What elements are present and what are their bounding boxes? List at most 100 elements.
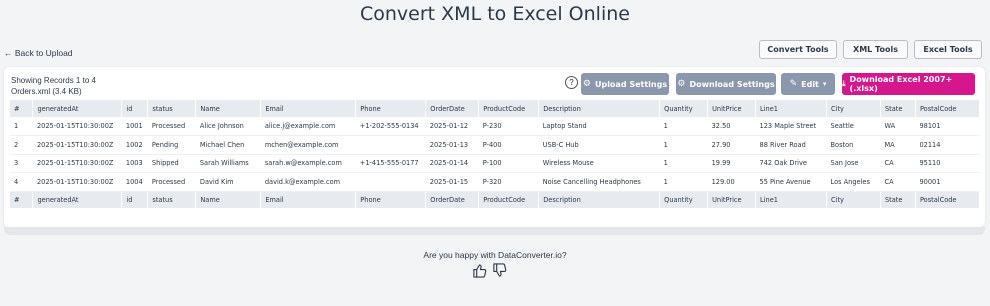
- column-header-11[interactable]: UnitPrice: [707, 100, 757, 117]
- table-cell[interactable]: 129.00: [707, 172, 756, 192]
- table-cell[interactable]: 32.50: [707, 117, 756, 136]
- download-excel-button[interactable]: ⤓ Download Excel 2007+ (.xlsx): [842, 73, 975, 95]
- table-cell[interactable]: 1: [659, 135, 708, 155]
- upload-settings-button[interactable]: ⚙ Upload Settings: [581, 73, 669, 95]
- table-cell[interactable]: Seattle: [826, 117, 881, 136]
- excel-tools-button[interactable]: Excel Tools: [914, 40, 982, 59]
- convert-tools-button[interactable]: Convert Tools: [759, 40, 837, 59]
- table-cell[interactable]: WA: [880, 117, 916, 136]
- column-footer-15[interactable]: PostalCode: [915, 191, 981, 208]
- column-header-9[interactable]: Description: [538, 100, 661, 117]
- table-cell[interactable]: P-320: [478, 172, 539, 192]
- table-cell[interactable]: 2025-01-12: [425, 117, 479, 136]
- table-cell[interactable]: Wireless Mouse: [538, 154, 660, 173]
- thumbs-up-icon[interactable]: [472, 263, 487, 278]
- column-footer-9[interactable]: Description: [538, 191, 661, 208]
- table-cell[interactable]: 1: [659, 172, 708, 192]
- table-cell[interactable]: CA: [880, 154, 916, 173]
- table-cell[interactable]: 02114: [915, 135, 980, 155]
- table-cell[interactable]: P-100: [478, 154, 539, 173]
- table-cell[interactable]: 55 Pine Avenue: [755, 172, 827, 192]
- table-cell[interactable]: mchen@example.com: [260, 135, 356, 155]
- column-header-5[interactable]: Email: [260, 100, 357, 117]
- table-cell[interactable]: 2025-01-13: [425, 135, 479, 155]
- column-footer-10[interactable]: Quantity: [659, 191, 709, 208]
- table-cell[interactable]: 2025-01-15: [425, 172, 479, 192]
- table-cell[interactable]: [355, 172, 426, 192]
- table-cell[interactable]: 1003: [121, 154, 148, 173]
- table-cell[interactable]: 2025-01-15T10:30:00Z: [32, 117, 122, 136]
- column-footer-11[interactable]: UnitPrice: [707, 191, 757, 208]
- table-cell[interactable]: 1001: [121, 117, 148, 136]
- column-header-14[interactable]: State: [880, 100, 916, 117]
- column-footer-1[interactable]: generatedAt: [32, 191, 123, 208]
- table-cell[interactable]: 742 Oak Drive: [755, 154, 827, 173]
- column-header-8[interactable]: ProductCode: [478, 100, 540, 117]
- column-header-13[interactable]: City: [826, 100, 881, 117]
- table-cell[interactable]: 19.99: [707, 154, 756, 173]
- table-scrollbar[interactable]: [4, 227, 985, 235]
- table-cell[interactable]: Sarah Williams: [195, 154, 261, 173]
- table-cell[interactable]: 98101: [915, 117, 980, 136]
- back-to-upload-link[interactable]: ← Back to Upload: [4, 48, 73, 58]
- column-header-12[interactable]: Line1: [755, 100, 828, 117]
- column-header-1[interactable]: generatedAt: [32, 100, 123, 117]
- table-cell[interactable]: Los Angeles: [826, 172, 881, 192]
- column-header-15[interactable]: PostalCode: [915, 100, 981, 117]
- table-cell[interactable]: 90001: [915, 172, 980, 192]
- table-cell[interactable]: sarah.w@example.com: [260, 154, 356, 173]
- table-cell[interactable]: Alice Johnson: [195, 117, 261, 136]
- download-settings-button[interactable]: ⚙ Download Settings: [676, 73, 776, 95]
- table-cell[interactable]: david.k@example.com: [260, 172, 356, 192]
- table-cell[interactable]: Michael Chen: [195, 135, 261, 155]
- table-cell[interactable]: +1-415-555-0177: [355, 154, 426, 173]
- column-header-3[interactable]: status: [147, 100, 197, 117]
- column-footer-4[interactable]: Name: [195, 191, 262, 208]
- table-cell[interactable]: 27.90: [707, 135, 756, 155]
- table-cell[interactable]: 1002: [121, 135, 148, 155]
- table-cell[interactable]: 3: [10, 154, 33, 173]
- table-cell[interactable]: 95110: [915, 154, 980, 173]
- column-footer-5[interactable]: Email: [260, 191, 357, 208]
- column-header-10[interactable]: Quantity: [659, 100, 709, 117]
- column-footer-3[interactable]: status: [147, 191, 197, 208]
- table-cell[interactable]: alice.j@example.com: [260, 117, 356, 136]
- table-cell[interactable]: [355, 135, 426, 155]
- table-cell[interactable]: MA: [880, 135, 916, 155]
- table-cell[interactable]: +1-202-555-0134: [355, 117, 426, 136]
- help-icon[interactable]: ?: [565, 76, 578, 89]
- table-cell[interactable]: Boston: [826, 135, 881, 155]
- table-cell[interactable]: 2025-01-15T10:30:00Z: [32, 135, 122, 155]
- table-cell[interactable]: 88 River Road: [755, 135, 827, 155]
- table-cell[interactable]: 1: [659, 117, 708, 136]
- table-cell[interactable]: 2: [10, 135, 33, 155]
- table-cell[interactable]: 2025-01-14: [425, 154, 479, 173]
- column-footer-12[interactable]: Line1: [755, 191, 828, 208]
- table-cell[interactable]: Pending: [147, 135, 196, 155]
- column-footer-2[interactable]: id: [121, 191, 149, 208]
- table-cell[interactable]: 2025-01-15T10:30:00Z: [32, 154, 122, 173]
- column-footer-7[interactable]: OrderDate: [425, 191, 480, 208]
- column-footer-0[interactable]: #: [10, 191, 34, 208]
- column-footer-6[interactable]: Phone: [355, 191, 427, 208]
- table-cell[interactable]: 2025-01-15T10:30:00Z: [32, 172, 122, 192]
- table-cell[interactable]: 1: [10, 117, 33, 136]
- table-cell[interactable]: 4: [10, 172, 33, 192]
- table-cell[interactable]: P-400: [478, 135, 539, 155]
- table-cell[interactable]: 1: [659, 154, 708, 173]
- column-header-6[interactable]: Phone: [355, 100, 427, 117]
- table-cell[interactable]: P-230: [478, 117, 539, 136]
- table-cell[interactable]: Processed: [147, 172, 196, 192]
- table-cell[interactable]: Processed: [147, 117, 196, 136]
- column-header-2[interactable]: id: [121, 100, 149, 117]
- table-cell[interactable]: 123 Maple Street: [755, 117, 827, 136]
- table-cell[interactable]: CA: [880, 172, 916, 192]
- column-footer-8[interactable]: ProductCode: [478, 191, 540, 208]
- table-cell[interactable]: San Jose: [826, 154, 881, 173]
- column-footer-13[interactable]: City: [826, 191, 881, 208]
- column-header-7[interactable]: OrderDate: [425, 100, 480, 117]
- edit-button[interactable]: ✎ Edit ▾: [781, 73, 835, 95]
- table-cell[interactable]: Shipped: [147, 154, 196, 173]
- column-header-4[interactable]: Name: [195, 100, 262, 117]
- column-header-0[interactable]: #: [10, 100, 34, 117]
